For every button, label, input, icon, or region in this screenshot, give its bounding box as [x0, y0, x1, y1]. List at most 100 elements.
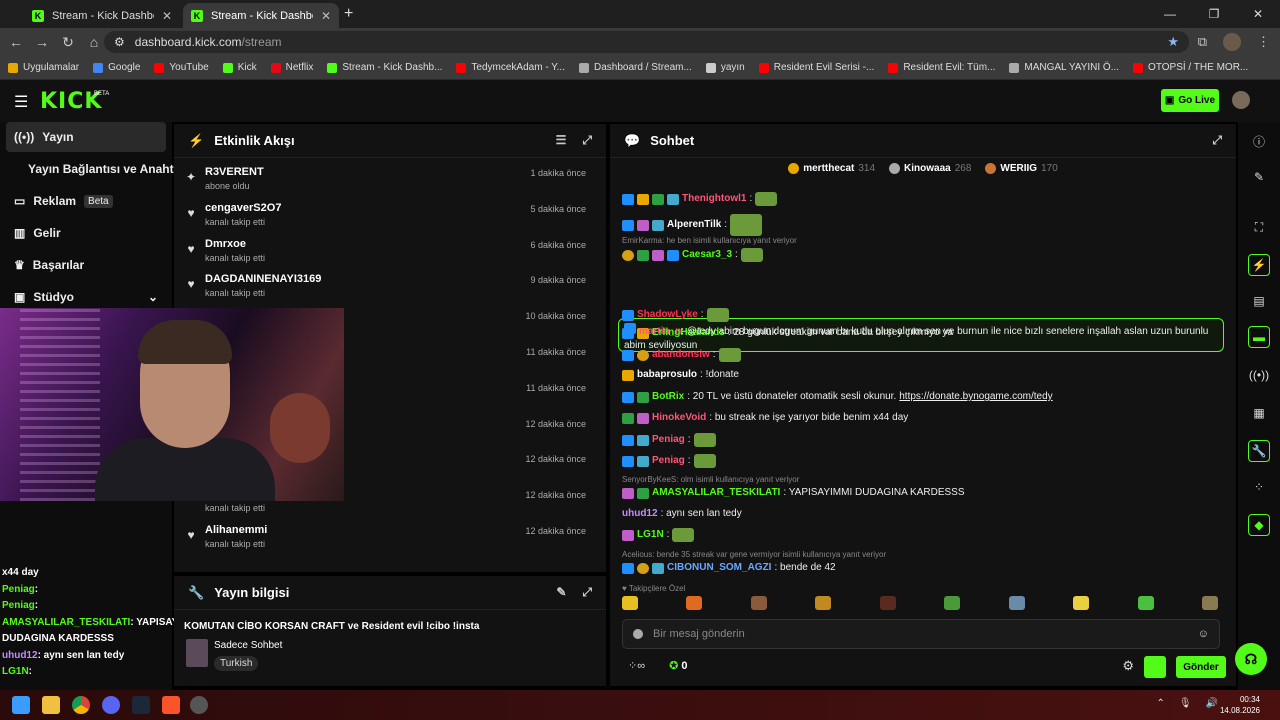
- emote-option[interactable]: [1073, 596, 1090, 610]
- sidebar-item-ads[interactable]: ▭ Reklam Beta: [6, 186, 166, 216]
- chat-message[interactable]: Caesar3_3:: [622, 248, 1222, 262]
- bookmark-item[interactable]: Google: [93, 62, 140, 73]
- discord-icon[interactable]: [102, 696, 120, 714]
- forward-icon[interactable]: →: [30, 34, 54, 50]
- chat-identity-icon[interactable]: [633, 629, 643, 639]
- sidebar-item-stream[interactable]: ((•)) Yayın: [6, 122, 166, 152]
- infinity-icon[interactable]: ⁘∞: [628, 659, 645, 672]
- bookmark-star-icon[interactable]: ★: [1167, 34, 1179, 50]
- printer-icon[interactable]: ▦: [1248, 402, 1270, 424]
- chat-username[interactable]: Peniag: [652, 433, 685, 447]
- emote-option[interactable]: [686, 596, 703, 610]
- event-row[interactable]: ♥ Alihanemmi kanalı takip etti 12 dakika ön…: [184, 520, 598, 556]
- emote-option[interactable]: [622, 596, 638, 610]
- bookmark-item[interactable]: Resident Evil Serisi -...: [758, 62, 874, 73]
- chat-message[interactable]: Peniag:: [622, 454, 1222, 468]
- document-icon[interactable]: ▤: [1248, 290, 1270, 312]
- chat-username[interactable]: babaprosulo: [637, 368, 697, 382]
- chat-message[interactable]: Thenightowl1:: [622, 192, 1222, 206]
- chat-username[interactable]: ShadowLyke: [637, 308, 698, 322]
- windows-start-icon[interactable]: [12, 696, 30, 714]
- popout-icon[interactable]: ⤢: [582, 585, 592, 600]
- bookmark-item[interactable]: Kick: [222, 62, 257, 73]
- leaderboard-entry[interactable]: mertthecat 314: [788, 162, 875, 174]
- chat-message[interactable]: AMASYALILAR_TESKILATI: YAPISAYIMMI DUDAG…: [622, 486, 1222, 500]
- bookmark-item[interactable]: Netflix: [270, 62, 313, 73]
- popout-icon[interactable]: ⤢: [1212, 133, 1222, 148]
- event-row[interactable]: ♥ Dmrxoe kanalı takip etti 6 dakika önce: [184, 234, 598, 270]
- microphone-icon[interactable]: 🎙: [1179, 698, 1192, 709]
- leaderboard-entry[interactable]: WERIIG 170: [985, 162, 1058, 174]
- highlighted-message[interactable]: martin_n: @tedy abim bugun dogum gunum b…: [624, 323, 1222, 353]
- close-tab-icon[interactable]: ✕: [321, 9, 331, 23]
- edit-icon[interactable]: ✎: [556, 585, 566, 600]
- chat-message[interactable]: ShadowLyke:: [622, 308, 1222, 322]
- emote-option[interactable]: [815, 596, 832, 610]
- emote-option[interactable]: [750, 596, 767, 610]
- chat-username[interactable]: LG1N: [637, 528, 664, 542]
- browser-menu-icon[interactable]: ⋮: [1257, 34, 1270, 50]
- reply-context[interactable]: Acelious: bende 35 streak var gene vermi…: [622, 550, 886, 559]
- sidebar-item-revenue[interactable]: ▥ Gelir: [6, 218, 166, 248]
- chat-message[interactable]: AlperenTilk:: [622, 214, 1222, 236]
- volume-icon[interactable]: 🔊: [1206, 698, 1218, 709]
- chat-message[interactable]: CIBONUN_SOM_AGZI: bende de 42: [622, 561, 1222, 575]
- chat-username[interactable]: martin_n: [639, 326, 681, 337]
- info-icon[interactable]: ⓘ: [1248, 130, 1270, 152]
- new-tab-icon[interactable]: +: [344, 5, 353, 23]
- chat-username[interactable]: Peniag: [652, 454, 685, 468]
- chat-message[interactable]: BotRix: 20 TL ve üstü donateler otomatik…: [622, 390, 1222, 404]
- emote-option[interactable]: [1201, 596, 1218, 610]
- chat-message[interactable]: Peniag:: [622, 433, 1222, 447]
- popout-icon[interactable]: ⤢: [582, 133, 592, 148]
- chat-input[interactable]: Bir mesaj gönderin ☺: [622, 619, 1220, 649]
- brave-icon[interactable]: [162, 696, 180, 714]
- people-icon[interactable]: ⁘: [1248, 476, 1270, 498]
- system-clock[interactable]: 00:34 14.08.2026: [1220, 694, 1260, 716]
- kick-emote-button[interactable]: [1144, 656, 1166, 678]
- fullscreen-icon[interactable]: ⛶: [1248, 216, 1270, 238]
- chat-message[interactable]: LG1N:: [622, 528, 1222, 542]
- leaderboard-entry[interactable]: Kinowaaa 268: [889, 162, 971, 174]
- send-button[interactable]: Gönder: [1176, 656, 1226, 678]
- event-row[interactable]: ♥ cengaverS2O7 kanalı takip etti 5 dakika ö…: [184, 198, 598, 234]
- bookmark-item[interactable]: Stream - Kick Dashb...: [327, 62, 442, 73]
- url-bar[interactable]: ⚙ dashboard.kick.com/stream ★: [104, 31, 1189, 53]
- steam-icon[interactable]: [132, 696, 150, 714]
- chat-username[interactable]: BotRix: [652, 390, 684, 404]
- go-live-button[interactable]: ▣ Go Live: [1161, 89, 1219, 112]
- filter-icon[interactable]: ☰: [556, 133, 567, 148]
- obs-icon[interactable]: [190, 696, 208, 714]
- bookmark-item[interactable]: Dashboard / Stream...: [578, 62, 692, 73]
- extensions-icon[interactable]: ⧉: [1198, 34, 1207, 50]
- close-tab-icon[interactable]: ✕: [162, 9, 172, 23]
- browser-tab[interactable]: K Stream - Kick Dashboard ✕: [24, 3, 180, 28]
- chat-message[interactable]: uhud12: aynı sen lan tedy: [622, 507, 1222, 521]
- chat-message[interactable]: babaprosulo: !donate: [622, 368, 1222, 382]
- chat-toggle-icon[interactable]: ▬: [1248, 326, 1270, 348]
- chrome-icon[interactable]: [72, 696, 90, 714]
- reply-context[interactable]: EmirKarma: he ben isimli kullanıcıya yan…: [622, 236, 797, 245]
- bookmark-item[interactable]: Resident Evil: Tüm...: [888, 62, 995, 73]
- site-info-icon[interactable]: ⚙: [114, 35, 125, 49]
- chevron-up-icon[interactable]: ⌃: [1156, 698, 1164, 709]
- reply-context[interactable]: SenyorByKeeS: olm isimli kullanıcıya yan…: [622, 475, 799, 484]
- event-row[interactable]: ♥ DAGDANINENAYI3169 kanalı takip etti 9 dak…: [184, 269, 598, 305]
- events-toggle-icon[interactable]: ⚡: [1248, 254, 1270, 276]
- bookmark-item[interactable]: YouTube: [154, 62, 209, 73]
- support-button[interactable]: ☊: [1235, 643, 1267, 675]
- shield-icon[interactable]: ◆: [1248, 514, 1270, 536]
- back-icon[interactable]: ←: [4, 34, 28, 50]
- emote-option[interactable]: [944, 596, 961, 610]
- bookmark-item[interactable]: MANGAL YAYINI Ö...: [1009, 62, 1119, 73]
- chat-link[interactable]: https://donate.bynogame.com/tedy: [899, 390, 1052, 404]
- bookmark-item[interactable]: TedymcekAdam - Y...: [456, 62, 565, 73]
- emote-option[interactable]: [1008, 596, 1025, 610]
- edit-icon[interactable]: ✎: [1248, 166, 1270, 188]
- event-row[interactable]: ✦ R3VERENT abone oldu 1 dakika önce: [184, 162, 598, 198]
- emoji-icon[interactable]: ☺: [1198, 628, 1209, 640]
- broadcast-icon[interactable]: ((•)): [1248, 364, 1270, 386]
- sidebar-item-stream-key[interactable]: Yayın Bağlantısı ve Anahtarı: [20, 154, 188, 184]
- user-avatar[interactable]: [1232, 91, 1250, 109]
- chat-username[interactable]: AMASYALILAR_TESKILATI: [652, 486, 780, 500]
